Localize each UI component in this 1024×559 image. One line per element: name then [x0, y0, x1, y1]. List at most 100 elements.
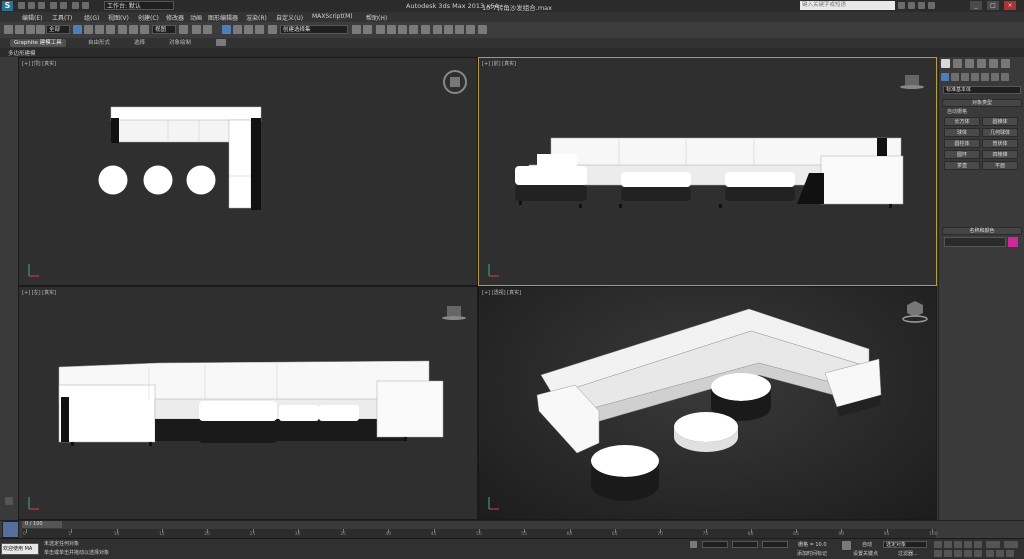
polygon-modeling-label[interactable]: 多边形建模: [8, 49, 36, 57]
cylinder-button[interactable]: 圆柱体: [944, 139, 980, 148]
cameras-icon[interactable]: [971, 73, 979, 81]
hierarchy-tab-icon[interactable]: [965, 59, 974, 68]
menu-customize[interactable]: 自定义(U): [276, 13, 303, 22]
select-manipulate-icon[interactable]: [192, 25, 201, 34]
previous-frame-icon[interactable]: [944, 541, 952, 548]
play-icon[interactable]: [954, 541, 962, 548]
angle-snap-icon[interactable]: [233, 25, 242, 34]
select-object-icon[interactable]: [73, 25, 82, 34]
menu-modifiers[interactable]: 修改器: [166, 13, 184, 22]
orbit-icon[interactable]: [996, 550, 1004, 557]
window-crossing-icon[interactable]: [106, 25, 115, 34]
geometry-icon[interactable]: [941, 73, 949, 81]
modify-tab-icon[interactable]: [953, 59, 962, 68]
link-icon[interactable]: [15, 25, 24, 34]
teapot-button[interactable]: 茶壶: [944, 161, 980, 170]
utilities-tab-icon[interactable]: [1001, 59, 1010, 68]
search-icon[interactable]: [898, 2, 905, 9]
tab-freeform[interactable]: 自由形式: [84, 39, 114, 47]
rendered-frame-icon[interactable]: [444, 25, 453, 34]
redo-icon[interactable]: [60, 2, 67, 9]
minimize-button[interactable]: _: [970, 1, 982, 10]
zoom-extents-all-icon[interactable]: [964, 550, 972, 557]
named-selection-select[interactable]: 创建选择集: [280, 25, 348, 34]
help-icon[interactable]: [928, 2, 935, 9]
track-bar[interactable]: 0 5 10 15 20 25 30 35 40 45 50 55 60 65 70 75 80 85 90 95 10…: [22, 529, 938, 538]
time-config-icon[interactable]: [1004, 541, 1018, 548]
selection-set-dropdown[interactable]: 选定对象: [883, 541, 927, 548]
goto-start-icon[interactable]: [934, 541, 942, 548]
torus-button[interactable]: 圆环: [944, 150, 980, 159]
object-type-rollout[interactable]: 对象类型: [942, 99, 1022, 107]
menu-create[interactable]: 创建(C): [138, 13, 159, 22]
render-production-icon[interactable]: [455, 25, 464, 34]
rect-selection-icon[interactable]: [95, 25, 104, 34]
spacewarps-icon[interactable]: [991, 73, 999, 81]
lock-selection-icon[interactable]: [690, 541, 697, 548]
viewport-layout-icon[interactable]: [2, 521, 19, 538]
layer-manager-icon[interactable]: [376, 25, 385, 34]
material-editor-icon[interactable]: [421, 25, 430, 34]
workspace-select[interactable]: 工作台: 默认: [104, 1, 174, 10]
geosphere-button[interactable]: 几何球体: [982, 128, 1018, 137]
fov-icon[interactable]: [974, 550, 982, 557]
app-logo-icon[interactable]: S: [2, 1, 13, 11]
ribbon-minimize-icon[interactable]: [216, 39, 226, 46]
reference-coord-select[interactable]: 视图: [152, 25, 176, 34]
snaps-toggle-icon[interactable]: [222, 25, 231, 34]
align-icon[interactable]: [363, 25, 372, 34]
maximize-viewport-icon[interactable]: [1006, 550, 1014, 557]
steering-wheel-icon[interactable]: [443, 70, 467, 94]
help-star-icon[interactable]: [918, 2, 925, 9]
maxscript-listener[interactable]: 欢迎使用 MA: [1, 543, 39, 555]
lights-icon[interactable]: [961, 73, 969, 81]
current-frame-field[interactable]: [986, 541, 1000, 548]
viewcube-icon[interactable]: [442, 306, 466, 320]
expand-icon[interactable]: [5, 497, 13, 505]
select-by-name-icon[interactable]: [84, 25, 93, 34]
open-file-icon[interactable]: [28, 2, 35, 9]
menu-help[interactable]: 帮助(H): [366, 13, 387, 22]
plane-button[interactable]: 平面: [982, 161, 1018, 170]
maximize-button[interactable]: □: [987, 1, 999, 10]
viewcube-icon[interactable]: [900, 75, 924, 89]
set-key-icon[interactable]: [842, 541, 851, 550]
keyboard-shortcut-icon[interactable]: [203, 25, 212, 34]
name-color-rollout[interactable]: 名称和颜色: [942, 227, 1022, 235]
menu-graph-editors[interactable]: 图形编辑器: [208, 13, 238, 22]
menu-maxscript[interactable]: MAXScript(M): [312, 13, 353, 20]
save-file-icon[interactable]: [38, 2, 45, 9]
tube-button[interactable]: 管状体: [982, 139, 1018, 148]
percent-snap-icon[interactable]: [244, 25, 253, 34]
auto-key-label[interactable]: 自动: [862, 541, 872, 548]
mirror-icon[interactable]: [352, 25, 361, 34]
goto-end-icon[interactable]: [974, 541, 982, 548]
pyramid-button[interactable]: 四棱锥: [982, 150, 1018, 159]
object-color-swatch[interactable]: [1008, 237, 1018, 247]
subscription-icon[interactable]: [908, 2, 915, 9]
viewport-left[interactable]: [+] [左] [真实]: [18, 286, 478, 520]
helpers-icon[interactable]: [981, 73, 989, 81]
pan-icon[interactable]: [986, 550, 994, 557]
rotate-icon[interactable]: [129, 25, 138, 34]
selection-filter-select[interactable]: 全部: [46, 25, 70, 34]
zoom-icon[interactable]: [934, 550, 942, 557]
tab-graphite-modeling[interactable]: Graphite 建模工具: [10, 39, 66, 47]
x-coord-field[interactable]: [702, 541, 728, 548]
viewport-perspective[interactable]: [+] [透视] [真实]: [478, 286, 937, 520]
shapes-icon[interactable]: [951, 73, 959, 81]
menu-rendering[interactable]: 渲染(R): [246, 13, 267, 22]
object-name-input[interactable]: [944, 237, 1006, 247]
scale-icon[interactable]: [140, 25, 149, 34]
bind-spacewarp-icon[interactable]: [36, 25, 45, 34]
menu-tools[interactable]: 工具(T): [52, 13, 72, 22]
undo-icon[interactable]: [50, 2, 57, 9]
menu-group[interactable]: 组(G): [84, 13, 99, 22]
pivot-center-icon[interactable]: [179, 25, 188, 34]
new-file-icon[interactable]: [18, 2, 25, 9]
key-filters-button[interactable]: 过滤器...: [898, 550, 918, 557]
category-dropdown[interactable]: 标准基本体: [943, 86, 1021, 94]
menu-views[interactable]: 视图(V): [108, 13, 129, 22]
schematic-view-icon[interactable]: [409, 25, 418, 34]
sphere-button[interactable]: 球体: [944, 128, 980, 137]
